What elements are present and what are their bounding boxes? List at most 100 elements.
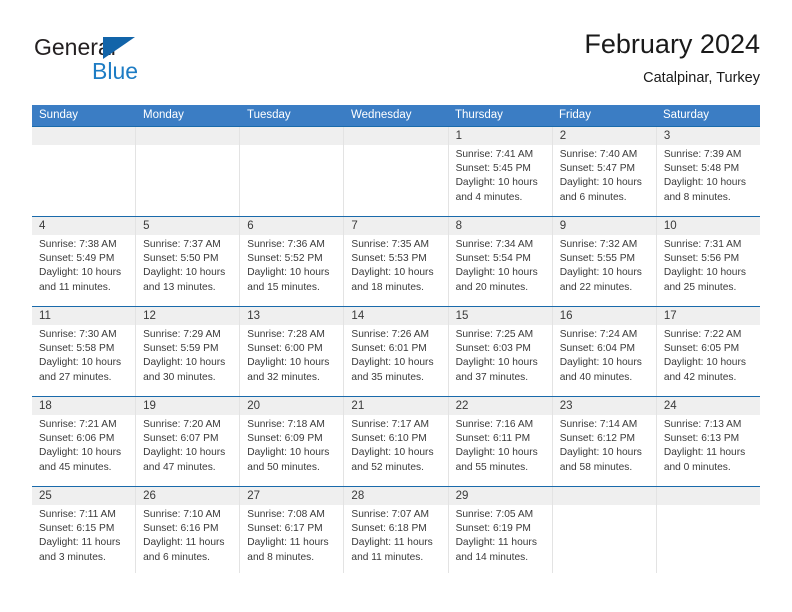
daylight-text: Daylight: 11 hours and 8 minutes. <box>247 537 329 563</box>
day-number: 18 <box>39 400 52 412</box>
calendar-day-cell[interactable]: 24 Sunrise: 7:13 AM Sunset: 6:13 PM Dayligh… <box>656 397 760 486</box>
day-details: Sunrise: 7:39 AM Sunset: 5:48 PM Daylight:… <box>657 145 760 205</box>
calendar-day-cell[interactable]: 3 Sunrise: 7:39 AM Sunset: 5:48 PM Daylight… <box>656 127 760 216</box>
day-details: Sunrise: 7:14 AM Sunset: 6:12 PM Daylight:… <box>553 415 656 475</box>
calendar-day-cell[interactable]: 6 Sunrise: 7:36 AM Sunset: 5:52 PM Daylight… <box>240 217 345 306</box>
daylight-text: Daylight: 11 hours and 11 minutes. <box>351 537 433 563</box>
daylight-text: Daylight: 10 hours and 22 minutes. <box>559 267 642 293</box>
day-number: 14 <box>351 310 365 322</box>
sunset-text: Sunset: 6:10 PM <box>351 433 427 445</box>
calendar-day-cell[interactable]: 20 Sunrise: 7:18 AM Sunset: 6:09 PM Dayligh… <box>240 397 345 486</box>
day-details: Sunrise: 7:21 AM Sunset: 6:06 PM Daylight:… <box>32 415 135 475</box>
day-number-band <box>656 487 760 505</box>
day-details: Sunrise: 7:17 AM Sunset: 6:10 PM Daylight:… <box>344 415 447 475</box>
day-number-band: 10 <box>656 217 760 235</box>
calendar-day-cell[interactable]: 7 Sunrise: 7:35 AM Sunset: 5:53 PM Daylight… <box>344 217 449 306</box>
daylight-text: Daylight: 10 hours and 47 minutes. <box>143 447 226 473</box>
day-number: 7 <box>351 220 358 232</box>
calendar-day-cell[interactable]: 25 Sunrise: 7:11 AM Sunset: 6:15 PM Dayligh… <box>32 487 137 573</box>
calendar-day-cell[interactable]: 9 Sunrise: 7:32 AM Sunset: 5:55 PM Daylight… <box>552 217 657 306</box>
logo-text-blue: Blue <box>92 58 139 84</box>
sunset-text: Sunset: 6:04 PM <box>559 343 636 355</box>
sunset-text: Sunset: 5:45 PM <box>455 163 531 175</box>
day-number: 10 <box>663 220 677 232</box>
calendar-weeks: 1 Sunrise: 7:41 AM Sunset: 5:45 PM Daylight… <box>32 126 760 573</box>
weekday-header-thursday: Thursday <box>455 109 503 121</box>
day-number-band: 12 <box>136 307 240 325</box>
day-number: 21 <box>351 400 365 412</box>
sunset-text: Sunset: 6:00 PM <box>247 343 323 355</box>
title-block: February 2024 Catalpinar, Turkey <box>584 28 760 88</box>
calendar-day-cell[interactable]: 13 Sunrise: 7:28 AM Sunset: 6:00 PM Dayligh… <box>240 307 345 396</box>
calendar-day-cell[interactable]: 29 Sunrise: 7:05 AM Sunset: 6:19 PM Dayligh… <box>448 487 553 573</box>
day-details: Sunrise: 7:29 AM Sunset: 5:59 PM Daylight:… <box>136 325 239 385</box>
day-number-band: 14 <box>344 307 448 325</box>
daylight-text: Daylight: 11 hours and 6 minutes. <box>143 537 225 563</box>
sunrise-text: Sunrise: 7:22 AM <box>663 329 742 340</box>
calendar-day-cell-empty <box>344 127 449 216</box>
calendar-day-cell[interactable]: 8 Sunrise: 7:34 AM Sunset: 5:54 PM Daylight… <box>448 217 553 306</box>
calendar-day-cell[interactable]: 14 Sunrise: 7:26 AM Sunset: 6:01 PM Dayligh… <box>344 307 449 396</box>
day-number-band: 4 <box>32 217 136 235</box>
daylight-text: Daylight: 10 hours and 13 minutes. <box>143 267 226 293</box>
sunset-text: Sunset: 5:50 PM <box>143 253 219 265</box>
general-blue-logo[interactable]: General Blue <box>32 34 222 90</box>
daylight-text: Daylight: 10 hours and 6 minutes. <box>559 177 642 203</box>
day-number-band: 11 <box>32 307 136 325</box>
sunrise-text: Sunrise: 7:11 AM <box>39 509 116 520</box>
weekday-header-tuesday: Tuesday <box>247 109 291 121</box>
sunrise-text: Sunrise: 7:28 AM <box>247 329 325 340</box>
day-number-band <box>552 487 656 505</box>
day-details: Sunrise: 7:28 AM Sunset: 6:00 PM Daylight:… <box>240 325 343 385</box>
sunset-text: Sunset: 6:16 PM <box>143 523 219 535</box>
day-number: 28 <box>351 490 365 502</box>
calendar-day-cell[interactable]: 26 Sunrise: 7:10 AM Sunset: 6:16 PM Dayligh… <box>136 487 241 573</box>
calendar-page: General Blue February 2024 Catalpinar, T… <box>0 0 792 612</box>
day-number-band: 9 <box>552 217 656 235</box>
calendar-day-cell[interactable]: 16 Sunrise: 7:24 AM Sunset: 6:04 PM Dayligh… <box>552 307 657 396</box>
sunrise-text: Sunrise: 7:32 AM <box>559 239 638 250</box>
sunset-text: Sunset: 6:03 PM <box>455 343 531 355</box>
calendar-day-cell[interactable]: 17 Sunrise: 7:22 AM Sunset: 6:05 PM Dayligh… <box>656 307 760 396</box>
calendar-day-cell[interactable]: 28 Sunrise: 7:07 AM Sunset: 6:18 PM Dayligh… <box>344 487 449 573</box>
calendar-day-cell[interactable]: 11 Sunrise: 7:30 AM Sunset: 5:58 PM Dayligh… <box>32 307 137 396</box>
daylight-text: Daylight: 10 hours and 35 minutes. <box>351 357 434 383</box>
calendar-day-cell[interactable]: 10 Sunrise: 7:31 AM Sunset: 5:56 PM Dayligh… <box>656 217 760 306</box>
calendar-day-cell[interactable]: 15 Sunrise: 7:25 AM Sunset: 6:03 PM Dayligh… <box>448 307 553 396</box>
daylight-text: Daylight: 10 hours and 20 minutes. <box>455 267 538 293</box>
calendar-day-cell[interactable]: 1 Sunrise: 7:41 AM Sunset: 5:45 PM Daylight… <box>448 127 553 216</box>
daylight-text: Daylight: 10 hours and 25 minutes. <box>663 267 746 293</box>
calendar-day-cell[interactable]: 18 Sunrise: 7:21 AM Sunset: 6:06 PM Dayligh… <box>32 397 137 486</box>
calendar-day-cell[interactable]: 12 Sunrise: 7:29 AM Sunset: 5:59 PM Dayligh… <box>136 307 241 396</box>
day-number-band: 26 <box>136 487 240 505</box>
day-number: 29 <box>455 490 469 502</box>
weekday-header-row: Sunday Monday Tuesday Wednesday Thursday… <box>32 105 760 126</box>
day-number-band: 23 <box>552 397 656 415</box>
day-details: Sunrise: 7:18 AM Sunset: 6:09 PM Daylight:… <box>240 415 343 475</box>
calendar-day-cell[interactable]: 19 Sunrise: 7:20 AM Sunset: 6:07 PM Dayligh… <box>136 397 241 486</box>
calendar-day-cell[interactable]: 22 Sunrise: 7:16 AM Sunset: 6:11 PM Dayligh… <box>448 397 553 486</box>
calendar-day-cell[interactable]: 23 Sunrise: 7:14 AM Sunset: 6:12 PM Dayligh… <box>552 397 657 486</box>
calendar-day-cell[interactable]: 5 Sunrise: 7:37 AM Sunset: 5:50 PM Daylight… <box>136 217 241 306</box>
sunset-text: Sunset: 5:59 PM <box>143 343 219 355</box>
day-number-band: 24 <box>656 397 760 415</box>
calendar-day-cell[interactable]: 4 Sunrise: 7:38 AM Sunset: 5:49 PM Daylight… <box>32 217 137 306</box>
daylight-text: Daylight: 10 hours and 37 minutes. <box>455 357 538 383</box>
day-details: Sunrise: 7:05 AM Sunset: 6:19 PM Daylight:… <box>449 505 552 565</box>
sunrise-text: Sunrise: 7:35 AM <box>351 239 430 250</box>
calendar-day-cell[interactable]: 21 Sunrise: 7:17 AM Sunset: 6:10 PM Dayligh… <box>344 397 449 486</box>
calendar-day-cell[interactable]: 2 Sunrise: 7:40 AM Sunset: 5:47 PM Daylight… <box>552 127 657 216</box>
sunrise-text: Sunrise: 7:10 AM <box>143 509 221 520</box>
sunrise-text: Sunrise: 7:38 AM <box>39 239 117 250</box>
calendar-week-row: 25 Sunrise: 7:11 AM Sunset: 6:15 PM Dayligh… <box>32 486 760 573</box>
day-number: 22 <box>455 400 469 412</box>
sunrise-text: Sunrise: 7:34 AM <box>455 239 534 250</box>
day-number: 8 <box>455 220 462 232</box>
calendar-day-cell[interactable]: 27 Sunrise: 7:08 AM Sunset: 6:17 PM Dayligh… <box>240 487 345 573</box>
day-details: Sunrise: 7:26 AM Sunset: 6:01 PM Daylight:… <box>344 325 447 385</box>
sunrise-text: Sunrise: 7:17 AM <box>351 419 430 430</box>
day-details: Sunrise: 7:35 AM Sunset: 5:53 PM Daylight:… <box>344 235 447 295</box>
daylight-text: Daylight: 10 hours and 32 minutes. <box>247 357 330 383</box>
day-number-band: 16 <box>552 307 656 325</box>
day-number-band: 8 <box>448 217 552 235</box>
